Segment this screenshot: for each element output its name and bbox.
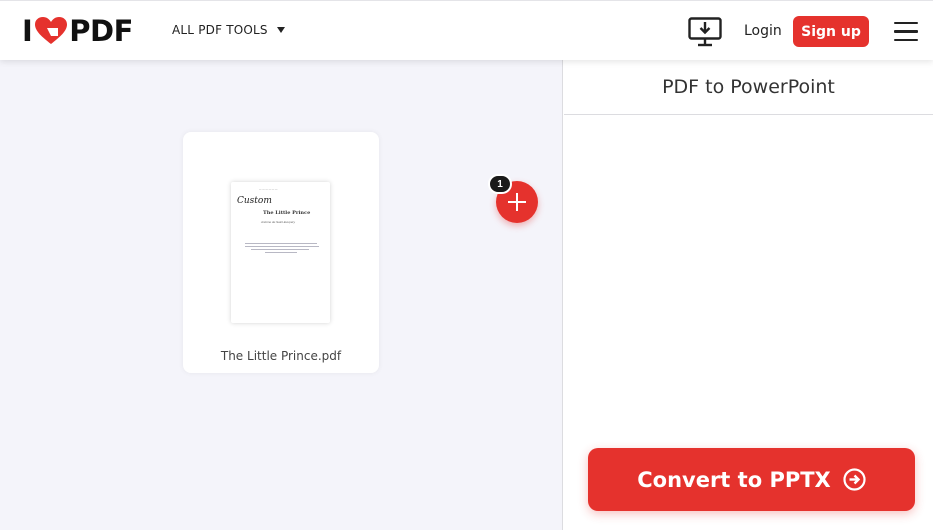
signup-button[interactable]: Sign up [793,16,869,47]
options-panel: PDF to PowerPoint Convert to PPTX [564,60,933,530]
convert-to-pptx-button[interactable]: Convert to PPTX [588,448,915,511]
all-pdf-tools-menu[interactable]: ALL PDF TOOLS [172,23,285,37]
heart-icon [35,17,68,44]
login-link[interactable]: Login [744,23,782,39]
convert-button-label: Convert to PPTX [637,467,831,492]
thumbnail-text-line [265,252,297,254]
ilovepdf-logo[interactable]: I PDF [22,14,133,48]
thumbnail-text-line [245,246,319,248]
hamburger-line [894,38,918,42]
hamburger-icon[interactable] [894,22,918,42]
file-name: The Little Prince.pdf [220,349,342,363]
all-pdf-tools-label: ALL PDF TOOLS [172,23,268,37]
file-count-badge: 1 [488,174,512,194]
top-navbar: I PDF ALL PDF TOOLS Login Sign up [0,0,933,60]
arrow-right-circle-icon [843,468,866,491]
thumbnail-script-title: Custom [237,196,272,206]
desktop-download-icon[interactable] [688,17,722,47]
thumbnail-subtitle: Antoine de Saint-Exupéry [261,220,296,224]
logo-text-prefix: I [22,14,33,48]
plus-icon [516,193,518,211]
thumbnail-text-line [251,249,309,251]
file-workspace: — — — — — — Custom The Little Prince Ant… [0,60,563,530]
thumbnail-title: The Little Prince [263,210,311,216]
hamburger-line [894,22,918,25]
hamburger-line [894,30,918,33]
thumbnail-header-line: — — — — — — [259,188,278,191]
logo-text-suffix: PDF [69,14,133,48]
thumbnail-text-line [245,243,317,245]
pdf-thumbnail: — — — — — — Custom The Little Prince Ant… [231,182,330,323]
caret-down-icon [276,27,285,33]
panel-title: PDF to PowerPoint [564,60,933,115]
file-card[interactable]: — — — — — — Custom The Little Prince Ant… [183,132,379,373]
